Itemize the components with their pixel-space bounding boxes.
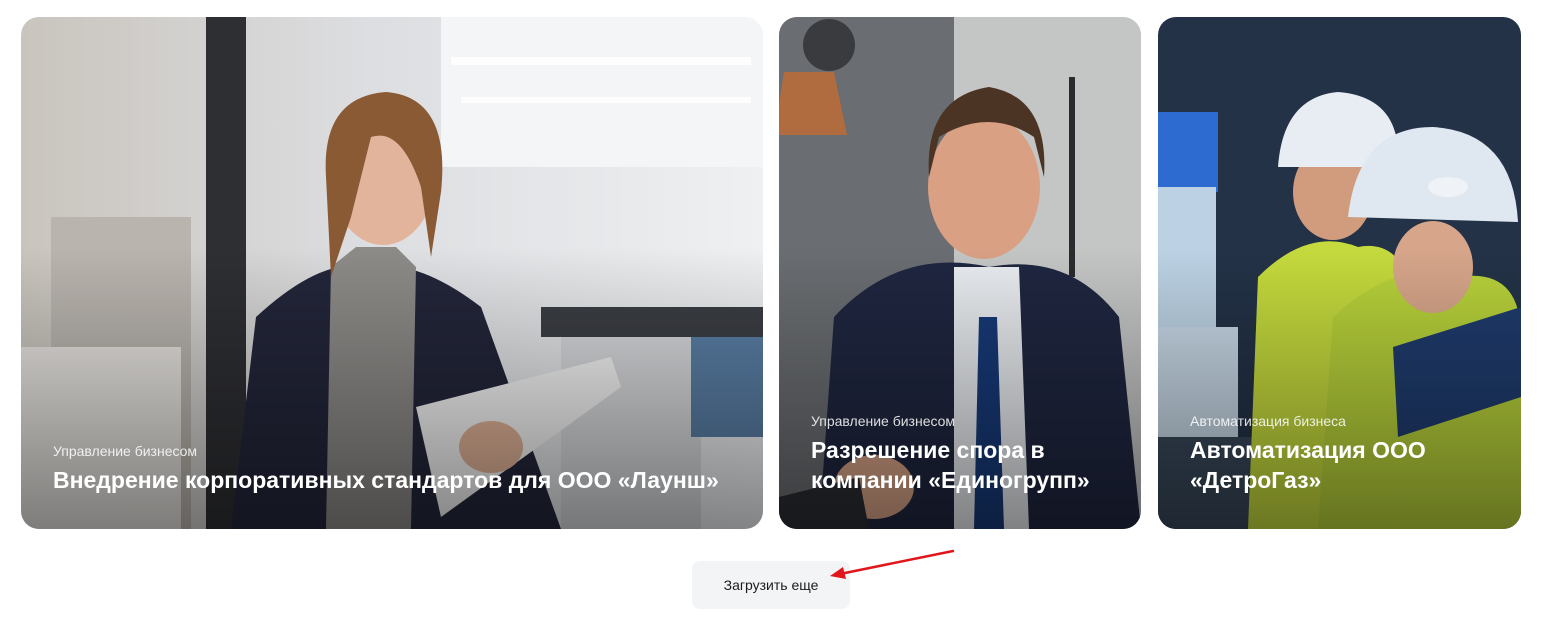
case-card-2[interactable]: Управление бизнесом Разрешение спора в к… — [779, 17, 1141, 529]
case-card-3[interactable]: Автоматизация бизнеса Автоматизация ООО … — [1158, 17, 1521, 529]
card-title[interactable]: Разрешение спора в компании «Единогрупп» — [811, 435, 1117, 495]
card-title[interactable]: Автоматизация ООО «ДетроГаз» — [1190, 435, 1497, 495]
card-category: Автоматизация бизнеса — [1190, 413, 1346, 429]
load-more-button[interactable]: Загрузить еще — [692, 561, 850, 609]
card-category: Управление бизнесом — [811, 413, 956, 429]
card-title[interactable]: Внедрение корпоративных стандартов для О… — [53, 465, 739, 495]
case-card-1[interactable]: Управление бизнесом Внедрение корпоратив… — [21, 17, 763, 529]
card-category: Управление бизнесом — [53, 443, 198, 459]
